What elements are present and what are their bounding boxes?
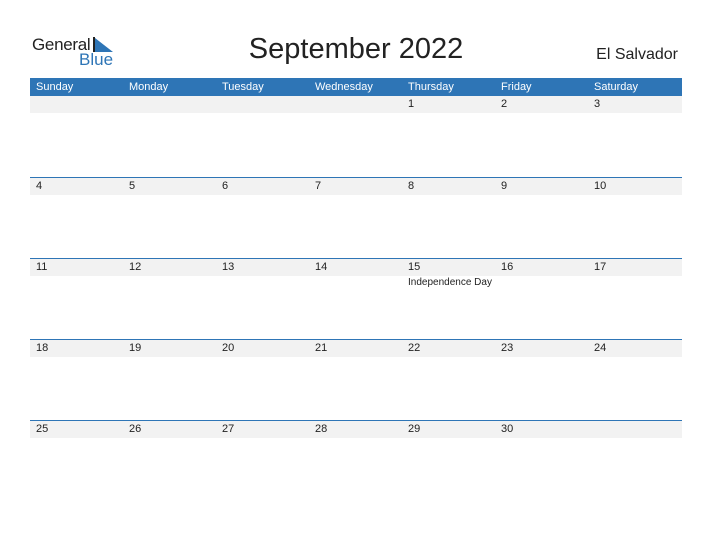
event-row: Independence Day <box>30 276 682 290</box>
week-row: 1 2 3 <box>30 96 682 177</box>
weekday-saturday: Saturday <box>594 81 639 93</box>
day-number <box>30 96 123 113</box>
holiday-label <box>216 276 309 290</box>
week-row: 11 12 13 14 15 16 17 Independence Day <box>30 258 682 339</box>
weekday-tuesday: Tuesday <box>222 81 264 93</box>
day-number: 7 <box>315 180 322 192</box>
week-row: 18 19 20 21 22 23 24 <box>30 339 682 420</box>
day-number: 21 <box>315 342 328 354</box>
day-number: 20 <box>222 342 235 354</box>
day-number: 29 <box>408 423 421 435</box>
day-number: 10 <box>594 180 607 192</box>
day-number <box>123 96 216 113</box>
country-label: El Salvador <box>596 46 678 63</box>
day-number: 19 <box>129 342 142 354</box>
day-number: 3 <box>594 98 601 110</box>
calendar-grid: Sunday Monday Tuesday Wednesday Thursday… <box>30 78 682 501</box>
date-strip: 25 26 27 28 29 30 <box>30 420 682 438</box>
holiday-label <box>309 276 402 290</box>
day-number: 2 <box>501 98 508 110</box>
weekday-wednesday: Wednesday <box>315 81 373 93</box>
holiday-label: Independence Day <box>408 277 492 288</box>
day-number: 22 <box>408 342 421 354</box>
day-number: 26 <box>129 423 142 435</box>
day-number: 28 <box>315 423 328 435</box>
weekday-monday: Monday <box>129 81 169 93</box>
day-number: 15 <box>408 261 421 273</box>
day-number: 23 <box>501 342 514 354</box>
holiday-label <box>123 276 216 290</box>
day-number: 5 <box>129 180 136 192</box>
day-number: 4 <box>36 180 43 192</box>
date-strip: 4 5 6 7 8 9 10 <box>30 177 682 195</box>
day-number <box>216 96 309 113</box>
holiday-label <box>588 276 681 290</box>
day-number: 16 <box>501 261 514 273</box>
day-number: 25 <box>36 423 49 435</box>
day-number: 11 <box>36 261 48 273</box>
day-number: 24 <box>594 342 607 354</box>
day-number: 13 <box>222 261 235 273</box>
day-number: 1 <box>408 98 415 110</box>
day-number: 6 <box>222 180 229 192</box>
weekday-thursday: Thursday <box>408 81 454 93</box>
day-number: 14 <box>315 261 328 273</box>
day-number: 8 <box>408 180 415 192</box>
week-row: 25 26 27 28 29 30 <box>30 420 682 501</box>
day-number: 18 <box>36 342 49 354</box>
date-strip: 1 2 3 <box>30 96 682 113</box>
weekday-friday: Friday <box>501 81 532 93</box>
day-number <box>588 421 681 438</box>
date-strip: 11 12 13 14 15 16 17 <box>30 258 682 276</box>
date-strip: 18 19 20 21 22 23 24 <box>30 339 682 357</box>
day-number: 17 <box>594 261 607 273</box>
day-number: 30 <box>501 423 514 435</box>
day-number: 27 <box>222 423 235 435</box>
weekday-sunday: Sunday <box>36 81 74 93</box>
day-number: 9 <box>501 180 508 192</box>
holiday-label <box>30 276 123 290</box>
holiday-label <box>495 276 588 290</box>
day-number: 12 <box>129 261 142 273</box>
week-row: 4 5 6 7 8 9 10 <box>30 177 682 258</box>
weekday-header: Sunday Monday Tuesday Wednesday Thursday… <box>30 78 682 96</box>
day-number <box>309 96 402 113</box>
